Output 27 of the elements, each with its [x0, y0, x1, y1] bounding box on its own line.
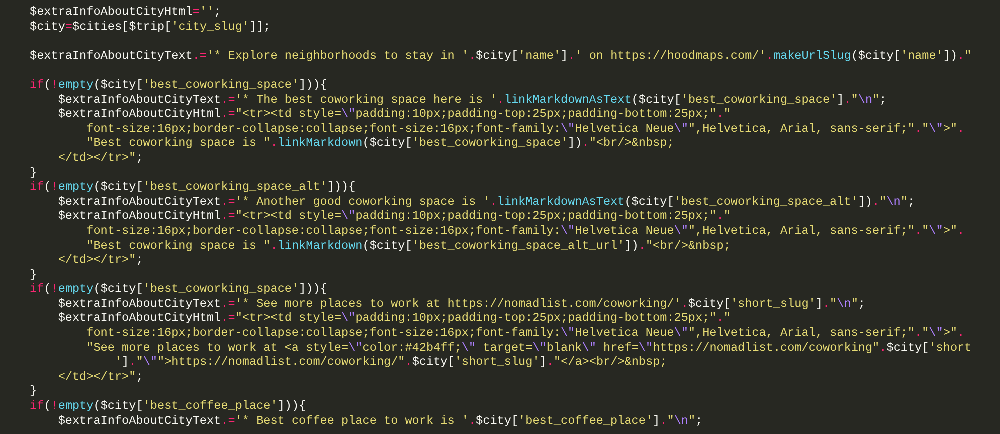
code-line: "Best coworking space is ".linkMarkdown($city['best_coworking_space_alt_url'])."<br/>&nbsp; — [86, 238, 731, 254]
code-line: if(!empty($city['best_coffee_place'])){ — [30, 399, 306, 414]
code-line: font-size:16px;border-collapse:collapse;font-size:16px;font-family:\"Helvetica Neue\"",Helvetica, Arial, sans-serif;"."\">". — [86, 326, 965, 341]
code-line: $extraInfoAboutCityText.='* Best coffee place to work is '.$city['best_coffee_place']."\n"; — [57, 414, 703, 428]
code-line: $extraInfoAboutCityHtml=''; — [30, 5, 222, 20]
code-line: </td></tr>"; — [57, 370, 144, 384]
code-line: $extraInfoAboutCityText.='* The best coworking space here is '.linkMarkdownAsText($city['best_coworking_space']."\n"; — [57, 92, 887, 108]
code-line: $extraInfoAboutCityHtml.="<tr><td style=\"padding:10px;padding-top:25px;padding-bottom:25px;"." — [57, 209, 731, 224]
code-line: font-size:16px;border-collapse:collapse;font-size:16px;font-family:\"Helvetica Neue\"",Helvetica, Arial, sans-serif;"."\">". — [86, 122, 965, 136]
code-line: if(!empty($city['best_coworking_space_alt'])){ — [30, 180, 356, 195]
code-line: $extraInfoAboutCityHtml.="<tr><td style=\"padding:10px;padding-top:25px;padding-bottom:25px;"." — [57, 311, 731, 326]
code-line: } — [30, 384, 38, 400]
code-line: $extraInfoAboutCityText.='* Explore neighborhoods to stay in '.$city['name'].' on https://hoodmaps.com/'.makeUrlSlug($city['name'])." — [30, 48, 972, 64]
code-line: if(!empty($city['best_coworking_space'])){ — [30, 282, 328, 297]
code-line: $extraInfoAboutCityText.='* Another good coworking space is '.linkMarkdownAsText($city['best_coworking_space_alt'])."\n"; — [57, 194, 916, 210]
code-line: if(!empty($city['best_coworking_space'])){ — [30, 78, 328, 93]
code-line: $extraInfoAboutCityHtml.="<tr><td style=\"padding:10px;padding-top:25px;padding-bottom:25px;"." — [57, 107, 731, 122]
code-line: $extraInfoAboutCityText.='* See more places to work at https://nomadlist.com/coworking/'.$city['short_slug']."\n"; — [57, 296, 866, 312]
code-line: "See more places to work at <a style=\"color:#42b4ff;\" target=\"blank\" href=\"https://nomadlist.com/coworking".$city['short — [86, 340, 972, 356]
code-line: </td></tr>"; — [57, 150, 144, 166]
code-line: ']."\"">https://nomadlist.com/coworking/".$city['short_slug']."</a><br/>&nbsp; — [114, 355, 668, 370]
code-line: } — [30, 268, 38, 282]
code-line: } — [30, 166, 38, 180]
code-line: $city=$cities[$trip['city_slug']]; — [30, 20, 271, 34]
code-line: "Best coworking space is ".linkMarkdown($city['best_coworking_space'])."<br/>&nbsp; — [86, 136, 674, 151]
code-line: font-size:16px;border-collapse:collapse;font-size:16px;font-family:\"Helvetica Neue\"",Helvetica, Arial, sans-serif;"."\">". — [86, 224, 965, 238]
code-line: </td></tr>"; — [57, 253, 144, 268]
